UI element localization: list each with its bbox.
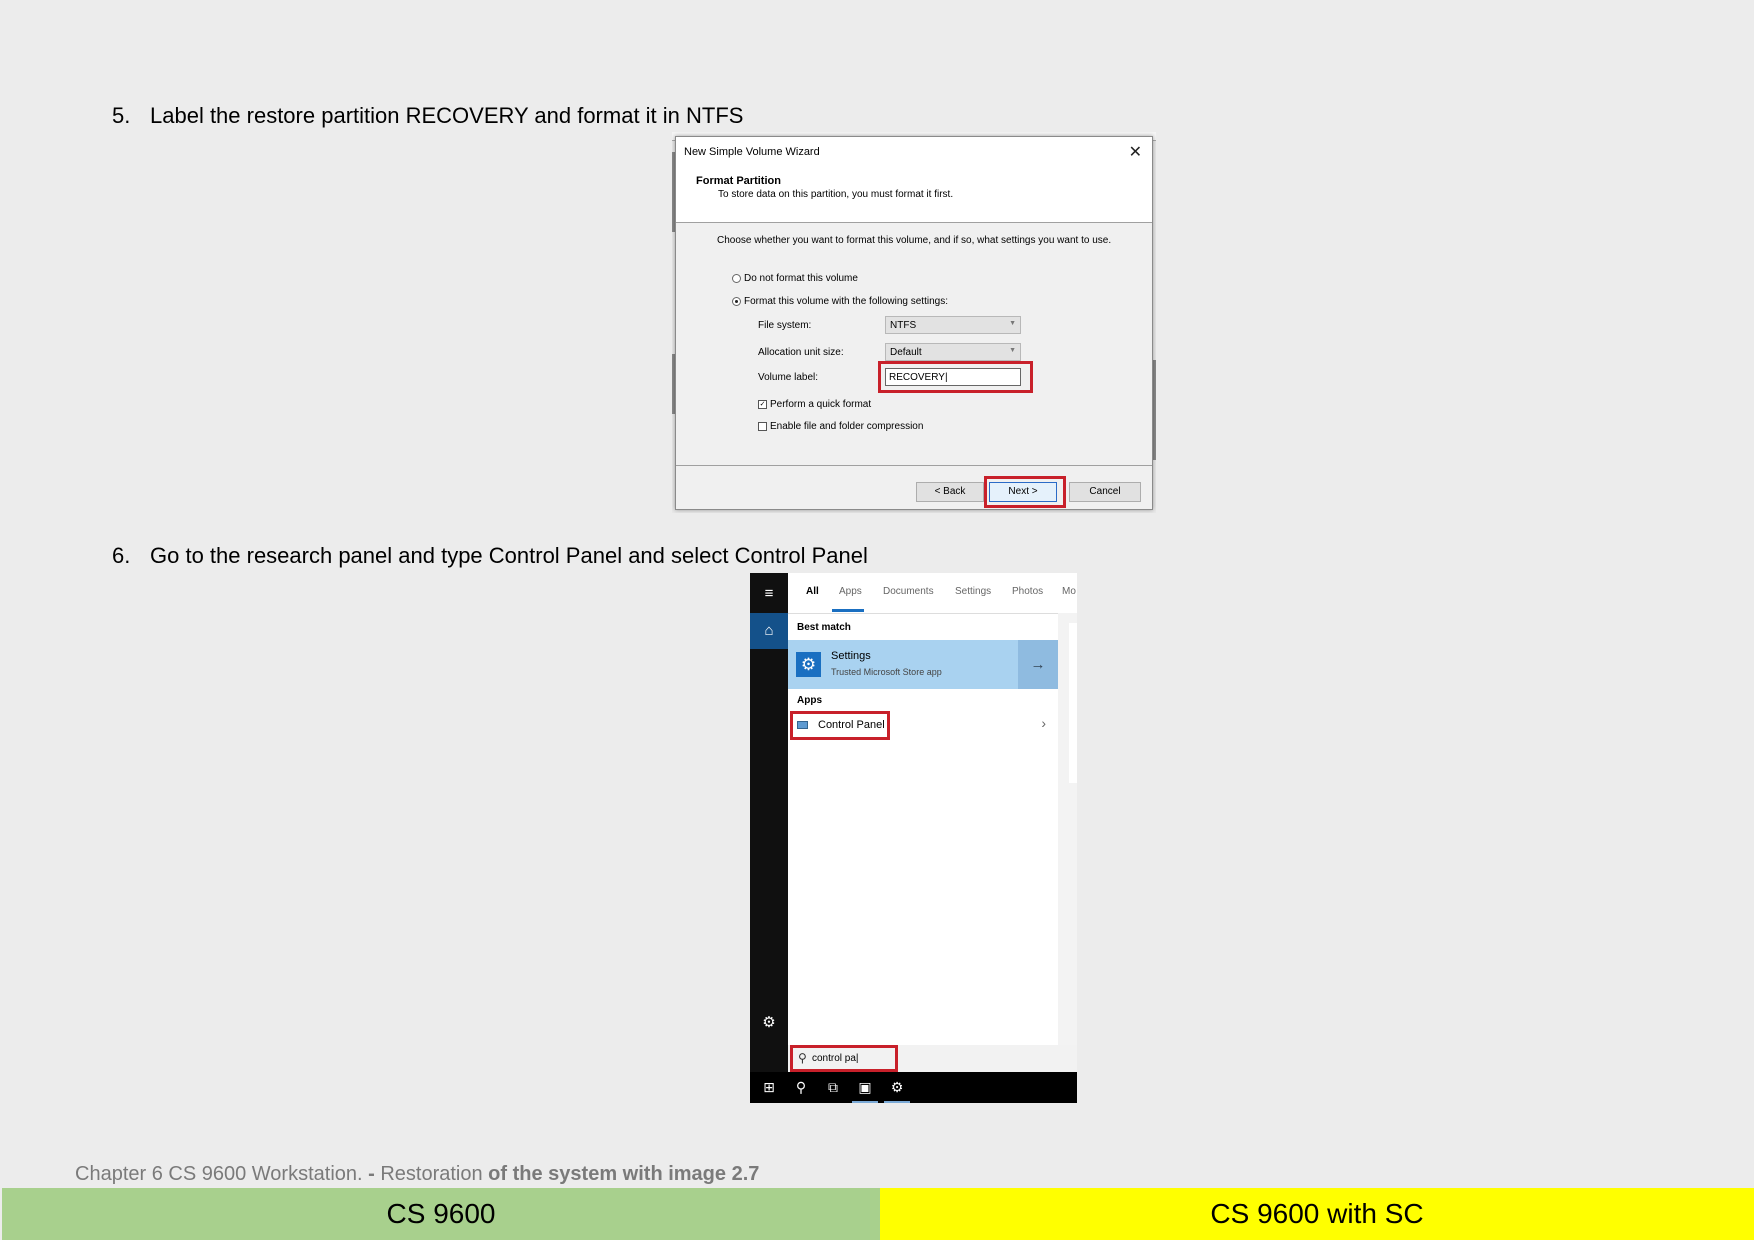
left-rail: ≡ ⌂ ⚙ [750, 573, 788, 1072]
footer-divider [676, 465, 1152, 466]
tab-photos[interactable]: Photos [1012, 586, 1043, 597]
new-simple-volume-wizard-dialog: New Simple Volume Wizard ✕ Format Partit… [675, 136, 1153, 510]
tab-documents[interactable]: Documents [883, 586, 934, 597]
step-6-text: Go to the research panel and type Contro… [150, 543, 868, 568]
step-5-text: Label the restore partition RECOVERY and… [150, 103, 744, 128]
radio-format-volume[interactable]: Format this volume with the following se… [732, 296, 948, 307]
best-match-heading: Best match [797, 622, 851, 633]
chevron-down-icon: ▼ [1009, 320, 1016, 327]
close-icon[interactable]: ✕ [1129, 142, 1142, 162]
tab-settings[interactable]: Settings [955, 586, 991, 597]
allocation-size-dropdown[interactable]: Default ▼ [885, 343, 1021, 361]
hamburger-menu-icon[interactable]: ≡ [750, 576, 788, 612]
caption-chapter: Chapter 6 CS 9600 Workstation. [75, 1163, 363, 1185]
apps-heading: Apps [797, 695, 822, 706]
best-match-item[interactable]: ⚙ Settings Trusted Microsoft Store app [788, 640, 1018, 689]
caption-rest: of the system with image 2.7 [482, 1163, 760, 1185]
settings-gear-icon: ⚙ [796, 652, 821, 677]
search-panel-screenshot: ≡ ⌂ ⚙ All Apps Documents Settings Photos… [750, 573, 1077, 1103]
allocation-size-value: Default [890, 347, 922, 358]
control-panel-highlight [790, 711, 890, 740]
checkbox-unchecked[interactable] [758, 422, 767, 431]
settings-gear-icon[interactable]: ⚙ [881, 1072, 913, 1103]
footer-cs9600-with-sc: CS 9600 with SC [880, 1188, 1754, 1240]
volume-label-highlight [878, 361, 1033, 393]
step-6-number: 6. [112, 543, 131, 568]
radio-label: Do not format this volume [744, 273, 858, 284]
wizard-screenshot: New Simple Volume Wizard ✕ Format Partit… [672, 132, 1156, 513]
caption-restoration: Restoration [380, 1163, 483, 1185]
store-icon[interactable]: ▣ [849, 1072, 881, 1103]
cancel-button[interactable]: Cancel [1069, 482, 1141, 502]
checkbox-checked[interactable]: ✓ [758, 400, 767, 409]
search-box-highlight [790, 1045, 898, 1072]
instruction-text: Choose whether you want to format this v… [717, 235, 1112, 246]
taskbar: ⊞ ⚲ ⧉ ▣ ⚙ [750, 1072, 1077, 1103]
step-6: 6. Go to the research panel and type Cont… [112, 543, 868, 569]
chevron-right-icon[interactable]: › [1041, 715, 1046, 731]
header-subtitle: To store data on this partition, you mus… [718, 189, 954, 200]
radio-label: Format this volume with the following se… [744, 296, 948, 307]
best-match-name: Settings [831, 650, 871, 662]
back-button[interactable]: < Back [916, 482, 984, 502]
header-title: Format Partition [696, 175, 781, 187]
allocation-size-label: Allocation unit size: [758, 347, 844, 358]
radio-button-selected[interactable] [732, 297, 741, 306]
dialog-titlebar: New Simple Volume Wizard ✕ [676, 137, 1152, 167]
active-tab-indicator [832, 609, 864, 612]
tab-more[interactable]: Mo [1062, 586, 1076, 597]
volume-label-label: Volume label: [758, 372, 819, 383]
search-tabs: All Apps Documents Settings Photos Mo [788, 573, 1077, 613]
file-system-dropdown[interactable]: NTFS ▼ [885, 316, 1021, 334]
checkbox-label: Enable file and folder compression [770, 421, 924, 432]
radio-do-not-format[interactable]: Do not format this volume [732, 273, 858, 284]
gear-icon[interactable]: ⚙ [750, 1005, 788, 1041]
footer-cs9600: CS 9600 [2, 1188, 880, 1240]
search-icon[interactable]: ⚲ [785, 1072, 817, 1103]
windows-start-icon[interactable]: ⊞ [753, 1072, 785, 1103]
chevron-down-icon: ▼ [1009, 347, 1016, 354]
checkbox-label: Perform a quick format [770, 399, 872, 410]
footer-caption: Chapter 6 CS 9600 Workstation. - Restora… [75, 1163, 759, 1186]
best-match-subtitle: Trusted Microsoft Store app [831, 667, 942, 677]
compression-checkbox[interactable]: Enable file and folder compression [758, 421, 923, 432]
arrow-right-icon[interactable]: → [1018, 640, 1058, 689]
step-5-number: 5. [112, 103, 131, 128]
step-5: 5. Label the restore partition RECOVERY a… [112, 103, 743, 129]
caption-dash: - [362, 1163, 381, 1185]
file-system-label: File system: [758, 320, 812, 331]
tab-all[interactable]: All [806, 586, 819, 597]
file-system-value: NTFS [890, 320, 917, 331]
preview-pane [1058, 613, 1077, 1045]
task-view-icon[interactable]: ⧉ [817, 1072, 849, 1103]
search-box[interactable]: ⚲ control pa| [788, 1045, 1077, 1072]
home-icon[interactable]: ⌂ [750, 613, 788, 649]
search-results: Best match ⚙ Settings Trusted Microsoft … [788, 613, 1058, 1046]
next-button-highlight [984, 476, 1066, 508]
tab-apps[interactable]: Apps [839, 586, 862, 597]
radio-button[interactable] [732, 274, 741, 283]
quick-format-checkbox[interactable]: ✓ Perform a quick format [758, 399, 871, 410]
dialog-title: New Simple Volume Wizard [684, 146, 820, 158]
dialog-header: Format Partition To store data on this p… [676, 167, 1152, 223]
